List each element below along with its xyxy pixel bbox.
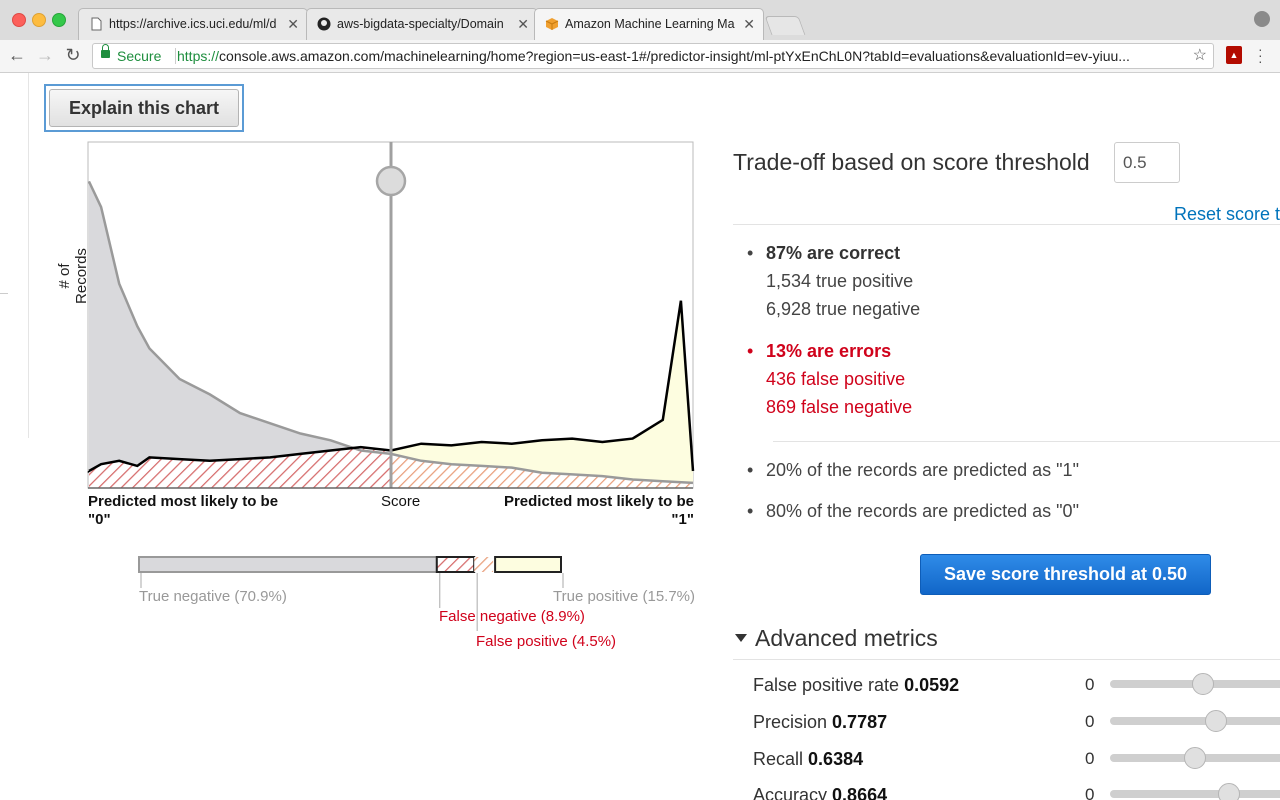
browser-menu-icon[interactable]: · · ·	[1258, 42, 1263, 68]
aws-cube-icon	[545, 18, 559, 30]
x-axis-right-label: Predicted most likely to be "1"	[503, 493, 694, 528]
tab-label: aws-bigdata-specialty/Domain	[337, 17, 504, 31]
predicted-0-summary: 80% of the records are predicted as "0"	[766, 501, 1079, 521]
panel-title: Trade-off based on score threshold	[733, 149, 1090, 175]
divider	[733, 659, 1280, 660]
slider-handle[interactable]	[1217, 783, 1240, 800]
metric-precision: Precision 0.7787	[753, 712, 888, 732]
save-score-threshold-button[interactable]: Save score threshold at 0.50	[920, 554, 1211, 595]
tab-github[interactable]: aws-bigdata-specialty/Domain ✕	[306, 8, 538, 40]
close-icon[interactable]: ✕	[517, 9, 529, 39]
false-positive-rate-slider[interactable]	[1110, 673, 1280, 695]
address-bar[interactable]: Secure https://console.aws.amazon.com/ma…	[92, 43, 1214, 69]
true-negative-count: 6,928 true negative	[766, 299, 921, 319]
profile-icon[interactable]	[1254, 11, 1270, 27]
bullet-icon: •	[747, 460, 754, 480]
page-content: Explain this chart # of Records Predicte…	[0, 73, 1280, 800]
metric-recall: Recall 0.6384	[753, 749, 864, 769]
back-arrow-icon[interactable]: ←	[6, 44, 28, 66]
new-tab-button[interactable]	[764, 16, 806, 35]
tab-amazon-ml[interactable]: Amazon Machine Learning Ma ✕	[534, 8, 764, 40]
lock-icon	[101, 44, 110, 58]
false-positive-segment	[474, 557, 494, 572]
chevron-down-icon	[735, 633, 747, 642]
predicted-1-summary: 20% of the records are predicted as "1"	[766, 460, 1079, 480]
tab-label: Amazon Machine Learning Ma	[565, 17, 735, 31]
slider-handle[interactable]	[1204, 710, 1227, 732]
document-icon	[91, 17, 102, 31]
false-negative-segment	[435, 556, 476, 573]
github-icon	[317, 17, 331, 31]
score-threshold-input[interactable]	[1114, 142, 1180, 183]
precision-slider[interactable]	[1110, 710, 1280, 732]
divider	[175, 48, 176, 64]
false-positive-count: 436 false positive	[766, 369, 906, 389]
advanced-metrics-toggle[interactable]: Advanced metrics	[735, 625, 938, 652]
recall-slider[interactable]	[1110, 747, 1280, 769]
reset-score-threshold-link[interactable]: Reset score t	[1174, 204, 1280, 225]
browser-tab-bar: https://archive.ics.uci.edu/ml/d ✕ aws-b…	[0, 0, 1280, 40]
score-distribution-chart	[87, 141, 695, 631]
errors-summary: 13% are errors	[766, 341, 892, 361]
close-icon[interactable]: ✕	[287, 9, 299, 39]
correct-summary: 87% are correct	[766, 243, 901, 263]
slider-min-label: 0	[1085, 712, 1095, 731]
slider-min-label: 0	[1085, 749, 1095, 768]
browser-toolbar: ← → ↻ Secure https://console.aws.amazon.…	[0, 40, 1280, 73]
bullet-icon: •	[747, 243, 754, 263]
accuracy-slider[interactable]	[1110, 783, 1280, 800]
true-positive-legend: True positive (15.7%)	[553, 588, 696, 605]
x-axis-title: Score	[381, 493, 421, 510]
bullet-icon: •	[747, 341, 754, 361]
forward-arrow-icon[interactable]: →	[34, 44, 56, 66]
true-positive-count: 1,534 true positive	[766, 271, 914, 291]
maximize-window-button[interactable]	[52, 13, 66, 27]
explain-chart-focus-ring: Explain this chart	[44, 84, 244, 132]
slider-min-label: 0	[1085, 785, 1095, 800]
tab-uci-archive[interactable]: https://archive.ics.uci.edu/ml/d ✕	[78, 8, 308, 40]
secure-label: Secure	[117, 48, 162, 64]
metric-false-positive-rate: False positive rate 0.0592	[753, 675, 960, 695]
tab-label: https://archive.ics.uci.edu/ml/d	[109, 17, 277, 31]
false-positive-legend: False positive (4.5%)	[476, 633, 617, 650]
slider-handle[interactable]	[1191, 673, 1214, 695]
false-negative-legend: False negative (8.9%)	[439, 608, 585, 625]
true-negative-legend: True negative (70.9%)	[139, 588, 287, 605]
close-window-button[interactable]	[12, 13, 26, 27]
true-positive-segment	[494, 556, 563, 573]
explain-chart-button[interactable]: Explain this chart	[49, 89, 239, 127]
bullet-icon: •	[747, 501, 754, 521]
x-axis-left-label: Predicted most likely to be "0"	[88, 493, 279, 528]
metric-accuracy: Accuracy 0.8664	[753, 785, 888, 800]
y-axis-label: # of Records	[56, 248, 90, 304]
bookmark-star-icon[interactable]: ☆	[1193, 44, 1207, 68]
close-icon[interactable]: ✕	[743, 9, 755, 39]
slider-handle[interactable]	[1183, 747, 1206, 769]
minimize-window-button[interactable]	[32, 13, 46, 27]
true-negative-segment	[138, 556, 438, 573]
url-text: https://console.aws.amazon.com/machinele…	[177, 48, 1130, 64]
reload-icon[interactable]: ↻	[62, 44, 84, 66]
divider	[773, 441, 1280, 442]
threshold-slider-handle[interactable]	[375, 165, 407, 197]
divider	[733, 224, 1280, 225]
false-negative-count: 869 false negative	[766, 397, 913, 417]
slider-min-label: 0	[1085, 675, 1095, 694]
pdf-extension-icon[interactable]: ▲	[1226, 46, 1242, 64]
